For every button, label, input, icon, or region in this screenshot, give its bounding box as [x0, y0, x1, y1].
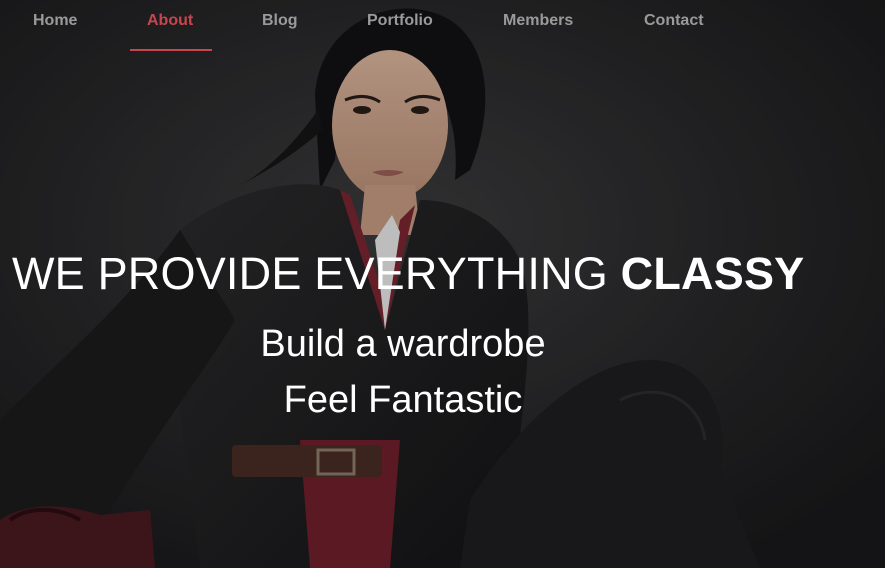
nav-item-blog[interactable]: Blog	[262, 12, 298, 48]
hero-subline-2: Feel Fantastic	[283, 379, 523, 421]
nav-item-portfolio[interactable]: Portfolio	[367, 12, 433, 48]
nav-item-contact[interactable]: Contact	[644, 12, 704, 48]
nav-item-members[interactable]: Members	[503, 12, 573, 48]
active-nav-underline	[130, 49, 212, 51]
headline-regular-text: WE PROVIDE EVERYTHING	[12, 248, 621, 299]
nav-item-home[interactable]: Home	[33, 12, 77, 48]
top-navigation: Home About Blog Portfolio Members Contac…	[0, 0, 885, 56]
hero-headline: WE PROVIDE EVERYTHING CLASSY	[12, 248, 804, 300]
hero-subline-1: Build a wardrobe	[260, 323, 546, 365]
headline-bold-text: CLASSY	[620, 248, 805, 299]
nav-item-about[interactable]: About	[147, 12, 193, 48]
hero-section: Home About Blog Portfolio Members Contac…	[0, 0, 885, 568]
